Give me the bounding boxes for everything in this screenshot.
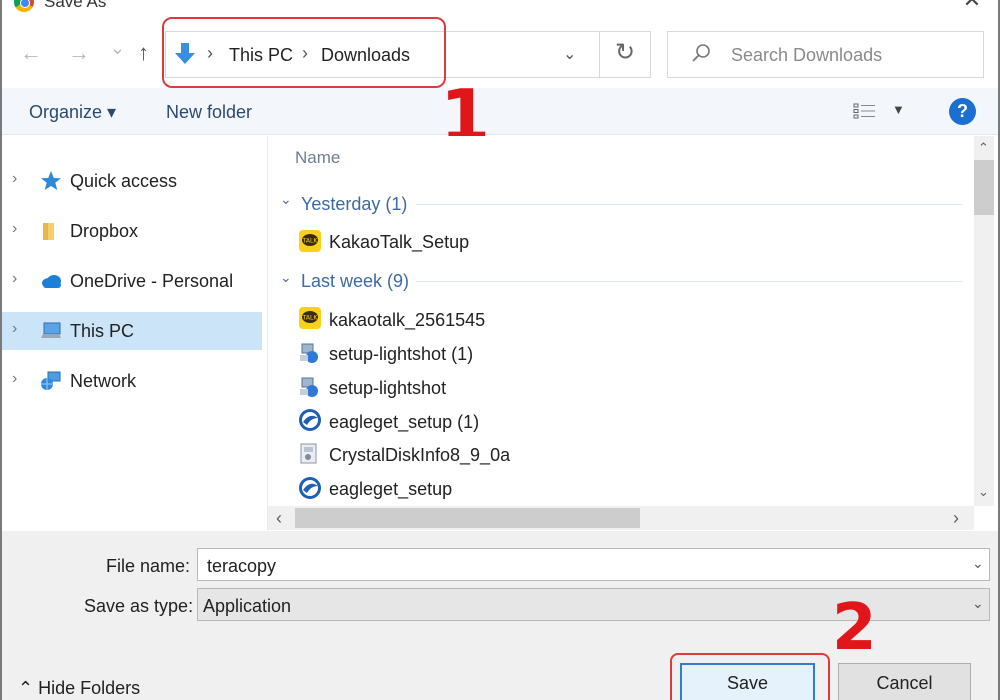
window-border	[0, 0, 2, 700]
save-as-type-dropdown-icon[interactable]: ⌄	[972, 595, 984, 612]
organize-button[interactable]: Organize ▾	[29, 102, 116, 123]
scroll-up-icon[interactable]: ⌃	[978, 140, 989, 156]
command-toolbar	[0, 88, 1000, 135]
up-arrow-icon[interactable]: ↑	[138, 40, 149, 66]
installer-icon	[300, 377, 318, 397]
cloud-icon	[42, 275, 61, 288]
save-as-type-value[interactable]: Application	[203, 596, 291, 617]
recent-locations-chevron-icon[interactable]: ⌄	[110, 38, 125, 59]
svg-text:TALK: TALK	[302, 315, 319, 322]
file-item[interactable]: setup-lightshot (1)	[329, 344, 473, 365]
kakaotalk-icon: TALK	[299, 307, 321, 329]
filename-label: File name:	[106, 556, 191, 576]
expand-chevron-icon[interactable]: ›	[12, 170, 17, 188]
search-icon	[692, 44, 710, 62]
scroll-down-icon[interactable]: ⌄	[978, 484, 989, 500]
crystaldisk-icon	[300, 443, 317, 464]
svg-text:TALK: TALK	[302, 238, 319, 245]
group-collapse-chevron-icon[interactable]: ⌄	[280, 191, 292, 208]
file-item[interactable]: CrystalDiskInfo8_9_0a	[329, 445, 510, 466]
network-icon	[41, 371, 61, 390]
cancel-button-label[interactable]: Cancel	[838, 673, 971, 694]
vertical-scroll-thumb[interactable]	[974, 160, 994, 215]
filename-input[interactable]	[197, 548, 990, 581]
forward-arrow-icon[interactable]: →	[68, 40, 90, 66]
file-item[interactable]: KakaoTalk_Setup	[329, 232, 469, 253]
close-icon[interactable]: ✕	[960, 0, 984, 12]
sidebar-item-label: This PC	[70, 321, 135, 341]
scroll-left-icon[interactable]: ‹	[276, 508, 282, 529]
computer-icon	[41, 322, 61, 338]
file-item[interactable]: kakaotalk_2561545	[329, 310, 485, 331]
group-collapse-chevron-icon[interactable]: ⌄	[280, 269, 292, 286]
kakaotalk-icon: TALK	[299, 230, 321, 252]
sidebar-item-label: Network	[70, 371, 137, 391]
window-title: Save As	[44, 0, 107, 11]
refresh-icon[interactable]: ↻	[612, 40, 638, 66]
group-header-yesterday[interactable]: Yesterday (1)	[301, 194, 407, 215]
sidebar-item-label: Quick access	[70, 171, 178, 191]
expand-chevron-icon[interactable]: ›	[12, 370, 17, 388]
expand-chevron-icon[interactable]: ›	[12, 270, 17, 288]
file-item[interactable]: eagleget_setup (1)	[329, 412, 479, 433]
annotation-step-2: 2	[832, 591, 877, 665]
expand-chevron-icon[interactable]: ›	[12, 220, 17, 238]
view-options-dropdown-icon[interactable]: ▼	[892, 102, 905, 117]
search-placeholder: Search Downloads	[731, 45, 883, 65]
hide-folders-button[interactable]: ⌃ Hide Folders	[18, 678, 140, 699]
help-icon[interactable]: ?	[949, 98, 976, 125]
address-dropdown-icon[interactable]: ⌄	[563, 44, 576, 64]
eagleget-icon	[299, 477, 321, 499]
filename-dropdown-icon[interactable]: ⌄	[972, 555, 984, 572]
star-icon	[41, 171, 61, 190]
sidebar-item-label: OneDrive - Personal	[70, 271, 234, 291]
new-folder-button[interactable]: New folder	[166, 102, 252, 123]
annotation-highlight-address	[162, 17, 446, 88]
installer-icon	[300, 343, 318, 363]
annotation-highlight-save	[670, 653, 830, 700]
sidebar-item-label: Dropbox	[70, 221, 139, 241]
save-as-type-label: Save as type:	[84, 596, 194, 616]
file-item[interactable]: setup-lightshot	[329, 378, 446, 399]
group-divider	[416, 281, 962, 282]
view-details-icon[interactable]	[853, 102, 877, 120]
scroll-right-icon[interactable]: ›	[953, 508, 959, 529]
back-arrow-icon[interactable]: ←	[20, 40, 42, 66]
expand-chevron-icon[interactable]: ›	[12, 320, 17, 338]
eagleget-icon	[299, 409, 321, 431]
column-header-name[interactable]: Name	[295, 148, 340, 168]
file-item[interactable]: eagleget_setup	[329, 479, 452, 500]
horizontal-scroll-thumb[interactable]	[295, 508, 640, 528]
filename-value[interactable]: teracopy	[207, 556, 276, 577]
group-header-last-week[interactable]: Last week (9)	[301, 271, 409, 292]
folder-icon	[43, 223, 54, 240]
group-divider	[416, 204, 962, 205]
title-bar	[0, 0, 1000, 18]
